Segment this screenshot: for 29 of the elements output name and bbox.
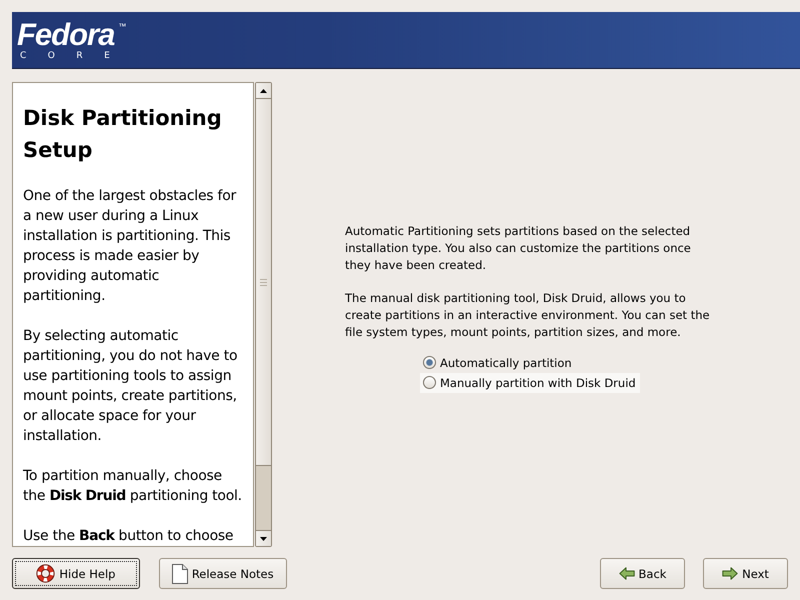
lifebuoy-icon — [36, 564, 56, 583]
logo-wordmark: Fedora — [17, 19, 116, 50]
scroll-thumb[interactable] — [256, 98, 271, 466]
next-button[interactable]: Next — [703, 558, 788, 589]
right-arrow-icon — [722, 567, 738, 580]
hide-help-button[interactable]: Hide Help — [12, 558, 140, 589]
help-title: Disk Partitioning Setup — [23, 105, 223, 164]
left-arrow-icon — [618, 567, 635, 580]
help-paragraph: Use the Back button to choose — [23, 527, 234, 546]
down-triangle-icon — [260, 536, 267, 540]
description-text: The manual disk partitioning tool, Disk Druid, allows you to create partitions in an interactive environment. You can set the file system types, mount points, partition sizes, and more. — [345, 290, 711, 340]
document-icon — [172, 564, 188, 584]
scroll-up-button[interactable] — [256, 83, 271, 98]
scrollbar[interactable] — [255, 82, 272, 547]
back-button[interactable]: Back — [600, 558, 685, 589]
release-notes-button[interactable]: Release Notes — [158, 558, 287, 589]
help-paragraph: One of the largest obstacles for a new user during a Linux installation is partitioning. This process is made easier by providing automatic partitioning. — [23, 187, 238, 306]
scroll-down-button[interactable] — [256, 530, 271, 546]
help-paragraph: By selecting automatic partitioning, you do not have to use partitioning tools to assign mount points, create partitions, or allocate space for your installation. — [23, 327, 238, 446]
description-text: Automatic Partitioning sets partitions based on the selected installation type. You also can customize the partitions once they have been created. — [345, 222, 692, 274]
trademark-sign: ™ — [118, 23, 126, 31]
up-triangle-icon — [260, 88, 267, 92]
radio-icon[interactable] — [423, 376, 436, 389]
radio-option[interactable]: Automatically partition — [420, 352, 576, 372]
help-paragraph: To partition manually, choose the Disk Druid partitioning tool. — [23, 467, 243, 506]
logo-subtitle: CORE — [20, 51, 132, 61]
radio-icon[interactable] — [423, 356, 436, 369]
radio-option[interactable]: Manually partition with Disk Druid — [420, 372, 640, 392]
grip-icon — [260, 278, 267, 286]
